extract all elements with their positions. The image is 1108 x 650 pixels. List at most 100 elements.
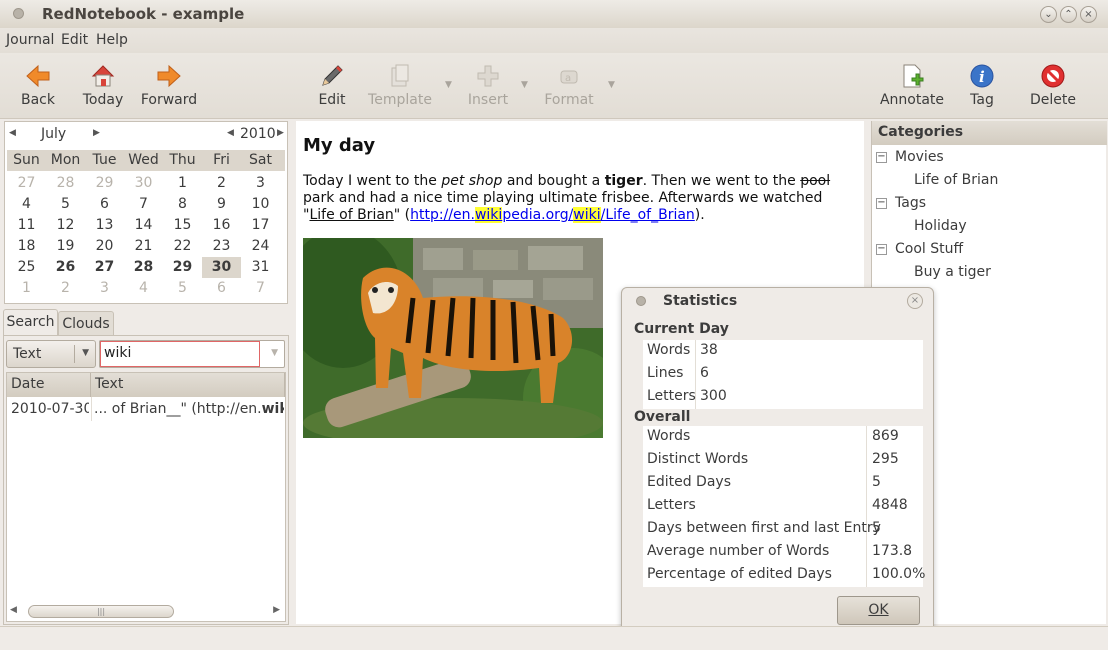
calendar-day[interactable]: 14 — [124, 215, 163, 236]
collapse-icon[interactable]: − — [876, 152, 887, 163]
category-entry[interactable]: Buy a tiger — [914, 264, 991, 280]
calendar-day[interactable]: 23 — [202, 236, 241, 257]
calendar[interactable]: ◀ July ▶ ◀ 2010 ▶ Sun Mon Tue Wed Thu Fr… — [4, 121, 288, 304]
search-combo[interactable]: wiki ▼ — [99, 340, 285, 368]
calendar-day[interactable]: 7 — [124, 194, 163, 215]
calendar-day[interactable]: 1 — [7, 278, 46, 299]
close-icon[interactable]: × — [907, 293, 923, 309]
today-button[interactable]: Today — [76, 53, 130, 119]
delete-button[interactable]: Delete — [1028, 53, 1078, 119]
calendar-day[interactable]: 30 — [202, 257, 241, 278]
calendar-day[interactable]: 8 — [163, 194, 202, 215]
next-year-icon[interactable]: ▶ — [277, 128, 284, 138]
category-movies[interactable]: Movies — [895, 149, 944, 165]
entry-title: My day — [303, 135, 376, 156]
format-button[interactable]: a Format ▼ — [540, 53, 615, 119]
calendar-day[interactable]: 18 — [7, 236, 46, 257]
search-type-select[interactable]: Text ▼ — [6, 340, 96, 368]
collapse-icon[interactable]: − — [876, 244, 887, 255]
chevron-down-icon[interactable]: ▼ — [271, 348, 278, 358]
arrow-right-icon — [157, 64, 181, 88]
minimize-button[interactable]: ⌄ — [1040, 6, 1057, 23]
search-input[interactable]: wiki — [100, 341, 260, 367]
wikipedia-link[interactable]: http://en.wikipedia.org/wiki/Life_of_Bri… — [410, 207, 695, 223]
calendar-day[interactable]: 12 — [46, 215, 85, 236]
insert-dropdown-icon[interactable]: ▼ — [521, 80, 528, 90]
calendar-day[interactable]: 9 — [202, 194, 241, 215]
calendar-day[interactable]: 10 — [241, 194, 280, 215]
calendar-day[interactable]: 19 — [46, 236, 85, 257]
calendar-day[interactable]: 27 — [85, 257, 124, 278]
tab-clouds[interactable]: Clouds — [58, 311, 114, 336]
calendar-day[interactable]: 27 — [7, 173, 46, 194]
calendar-day[interactable]: 31 — [241, 257, 280, 278]
insert-button[interactable]: Insert ▼ — [464, 53, 528, 119]
category-cool-stuff[interactable]: Cool Stuff — [895, 241, 963, 257]
calendar-day[interactable]: 30 — [124, 173, 163, 194]
calendar-day[interactable]: 24 — [241, 236, 280, 257]
calendar-day[interactable]: 3 — [241, 173, 280, 194]
horizontal-scrollbar[interactable]: ◀ ||| ▶ — [10, 604, 280, 618]
toolbar: Back Today Forward Edit Template ▼ Inser… — [0, 53, 1108, 119]
calendar-day[interactable]: 15 — [163, 215, 202, 236]
calendar-day[interactable]: 16 — [202, 215, 241, 236]
calendar-day[interactable]: 6 — [202, 278, 241, 299]
tag-button[interactable]: i Tag — [966, 53, 998, 119]
calendar-day[interactable]: 7 — [241, 278, 280, 299]
edit-button[interactable]: Edit — [312, 53, 352, 119]
calendar-day[interactable]: 28 — [46, 173, 85, 194]
stat-row: Words 38 — [647, 342, 718, 358]
next-month-icon[interactable]: ▶ — [93, 128, 100, 138]
calendar-day[interactable]: 5 — [163, 278, 202, 299]
current-day-stats: Words 38 Lines 6 Letters 300 — [643, 340, 923, 409]
category-entry[interactable]: Life of Brian — [914, 172, 998, 188]
calendar-day[interactable]: 4 — [7, 194, 46, 215]
calendar-day[interactable]: 29 — [85, 173, 124, 194]
menu-edit[interactable]: Edit — [61, 32, 88, 48]
calendar-day[interactable]: 4 — [124, 278, 163, 299]
menu-journal[interactable]: Journal — [6, 32, 54, 48]
calendar-day[interactable]: 2 — [202, 173, 241, 194]
calendar-day[interactable]: 26 — [46, 257, 85, 278]
calendar-day[interactable]: 21 — [124, 236, 163, 257]
close-button[interactable]: × — [1080, 6, 1097, 23]
prev-month-icon[interactable]: ◀ — [9, 128, 16, 138]
dialog-menu-icon[interactable] — [636, 296, 646, 306]
day-name: Wed — [128, 152, 159, 168]
calendar-day[interactable]: 22 — [163, 236, 202, 257]
maximize-button[interactable]: ⌃ — [1060, 6, 1077, 23]
column-header-text[interactable]: Text — [91, 373, 285, 397]
back-button[interactable]: Back — [12, 53, 64, 119]
forward-button[interactable]: Forward — [138, 53, 200, 119]
category-tags[interactable]: Tags — [895, 195, 926, 211]
calendar-day[interactable]: 2 — [46, 278, 85, 299]
format-dropdown-icon[interactable]: ▼ — [608, 80, 615, 90]
calendar-day[interactable]: 13 — [85, 215, 124, 236]
calendar-day[interactable]: 25 — [7, 257, 46, 278]
result-text: ... of Brian__" (http://en.wiki — [94, 401, 284, 417]
calendar-day[interactable]: 17 — [241, 215, 280, 236]
collapse-icon[interactable]: − — [876, 198, 887, 209]
template-dropdown-icon[interactable]: ▼ — [445, 80, 452, 90]
template-button[interactable]: Template ▼ — [364, 53, 452, 119]
calendar-day[interactable]: 6 — [85, 194, 124, 215]
prev-year-icon[interactable]: ◀ — [227, 128, 234, 138]
calendar-day[interactable]: 1 — [163, 173, 202, 194]
column-header-date[interactable]: Date — [7, 373, 91, 397]
calendar-day[interactable]: 29 — [163, 257, 202, 278]
arrow-left-icon — [26, 64, 50, 88]
ok-button[interactable]: OK — [837, 596, 920, 625]
window-menu-icon[interactable] — [13, 8, 24, 19]
scroll-right-icon[interactable]: ▶ — [273, 605, 280, 615]
calendar-day[interactable]: 28 — [124, 257, 163, 278]
category-entry[interactable]: Holiday — [914, 218, 967, 234]
calendar-day[interactable]: 20 — [85, 236, 124, 257]
scroll-left-icon[interactable]: ◀ — [10, 605, 17, 615]
calendar-day[interactable]: 5 — [46, 194, 85, 215]
scrollbar-thumb[interactable]: ||| — [28, 605, 174, 618]
tab-search[interactable]: Search — [3, 309, 58, 336]
calendar-day[interactable]: 3 — [85, 278, 124, 299]
annotate-button[interactable]: Annotate — [878, 53, 946, 119]
menu-help[interactable]: Help — [96, 32, 128, 48]
calendar-day[interactable]: 11 — [7, 215, 46, 236]
